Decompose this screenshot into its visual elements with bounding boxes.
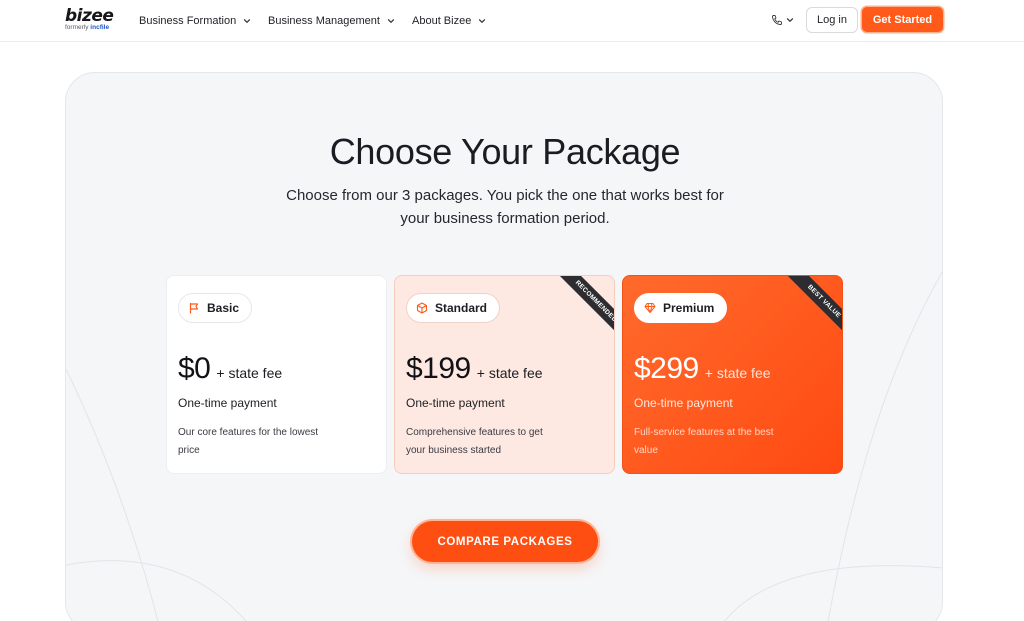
phone-icon <box>772 15 782 25</box>
phone-menu-button[interactable] <box>771 12 794 28</box>
packages-section: Choose Your Package Choose from our 3 pa… <box>65 72 943 621</box>
section-title: Choose Your Package <box>329 131 681 172</box>
price-amount: $0 <box>178 352 211 385</box>
nav-label: Business Formation <box>139 15 237 27</box>
logo-subtitle: formerly incfile <box>65 24 109 31</box>
chevron-down-icon <box>244 19 251 23</box>
ribbon-label: RECOMMENDED <box>558 276 614 339</box>
package-card-premium[interactable]: Premium $299 + state fee One-time paymen… <box>622 275 843 474</box>
logo-wordmark: bizee <box>65 6 114 26</box>
package-name-pill[interactable]: Standard <box>406 293 501 323</box>
package-name: Standard <box>435 301 488 315</box>
payment-type: One-time payment <box>634 396 733 410</box>
package-description: Our core features for the lowest price <box>178 427 319 456</box>
nav-label: Business Management <box>268 15 380 27</box>
nav-business-formation[interactable]: Business Formation <box>139 13 251 29</box>
package-price: $0 + state fee <box>178 352 282 386</box>
payment-type: One-time payment <box>178 396 277 410</box>
logo-sub-prefix: formerly <box>65 24 89 31</box>
logo-sub-brand: incfile <box>90 24 110 31</box>
price-fee: + state fee <box>476 365 543 381</box>
package-name: Basic <box>207 301 240 315</box>
package-description: Full-service features at the best value <box>634 427 774 456</box>
package-name: Premium <box>663 301 715 315</box>
package-price: $199 + state fee <box>406 352 543 386</box>
price-amount: $299 <box>634 352 699 385</box>
price-amount: $199 <box>406 352 471 385</box>
price-fee: + state fee <box>704 365 771 381</box>
package-card-basic[interactable]: Basic $0 + state fee One-time payment Ou… <box>166 275 387 474</box>
chevron-down-icon <box>786 18 794 22</box>
package-price: $299 + state fee <box>634 352 771 386</box>
package-name-pill[interactable]: Premium <box>634 293 728 323</box>
nav-business-management[interactable]: Business Management <box>268 13 395 29</box>
nav-about-bizee[interactable]: About Bizee <box>412 13 486 29</box>
package-description: Comprehensive features to get your busin… <box>406 427 543 456</box>
best-value-ribbon: BEST VALUE <box>779 276 842 339</box>
bizee-logo[interactable]: bizee formerly incfile <box>65 6 117 34</box>
section-subtitle: Choose from our 3 packages. You pick the… <box>286 187 724 227</box>
package-name-pill[interactable]: Basic <box>178 293 253 323</box>
login-button[interactable]: Log in <box>806 7 858 33</box>
get-started-button[interactable]: Get Started <box>862 7 943 32</box>
diamond-icon <box>643 301 657 315</box>
nav-label: About Bizee <box>412 15 472 27</box>
chevron-down-icon <box>387 19 395 23</box>
payment-type: One-time payment <box>406 396 505 410</box>
flag-icon <box>187 301 201 315</box>
compare-packages-button[interactable]: COMPARE PACKAGES <box>412 521 598 562</box>
price-fee: + state fee <box>216 365 283 381</box>
recommended-ribbon: RECOMMENDED <box>551 276 614 339</box>
chevron-down-icon <box>479 19 486 23</box>
ribbon-label: BEST VALUE <box>786 276 842 339</box>
package-card-standard[interactable]: Standard $199 + state fee One-time payme… <box>394 275 615 474</box>
site-header: bizee formerly incfile Business Formatio… <box>0 0 1024 42</box>
box-icon <box>415 301 429 315</box>
